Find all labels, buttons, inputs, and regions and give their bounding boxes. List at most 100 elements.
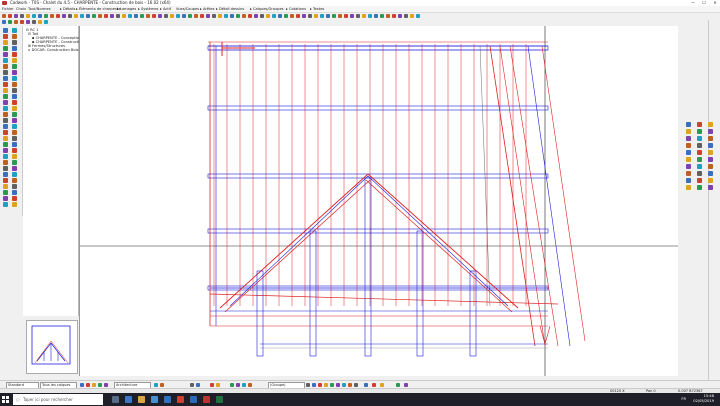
command-button[interactable]: [248, 383, 252, 387]
command-button[interactable]: [190, 383, 194, 387]
toolbar-button[interactable]: [128, 14, 132, 18]
windows-start-icon[interactable]: [2, 396, 9, 403]
tool-button[interactable]: [3, 94, 8, 99]
menu-detail-dessins[interactable]: ▸ Détail dessins: [216, 6, 244, 12]
toolbar-button[interactable]: [140, 14, 144, 18]
tool-button[interactable]: [3, 52, 8, 57]
tool-button[interactable]: [12, 172, 17, 177]
toolbar-button[interactable]: [356, 14, 360, 18]
tool-button[interactable]: [3, 112, 8, 117]
tool-button[interactable]: [3, 58, 8, 63]
tool-button[interactable]: [12, 52, 17, 57]
tool-button[interactable]: [686, 164, 691, 169]
toolbar-button[interactable]: [212, 14, 216, 18]
toolbar-button[interactable]: [38, 14, 42, 18]
tool-button[interactable]: [697, 122, 702, 127]
command-button[interactable]: [354, 383, 358, 387]
toolbar-button[interactable]: [362, 14, 366, 18]
tool-button[interactable]: [708, 164, 713, 169]
tool-button[interactable]: [12, 118, 17, 123]
tool-button[interactable]: [708, 150, 713, 155]
menu-elements[interactable]: ▸ Éléments de charpente: [76, 6, 121, 12]
toolbar-button[interactable]: [380, 14, 384, 18]
toolbar-button[interactable]: [314, 14, 318, 18]
toolbar-button[interactable]: [158, 14, 162, 18]
cadwork-icon[interactable]: [203, 396, 210, 403]
tool-button[interactable]: [12, 46, 17, 51]
tool-button[interactable]: [3, 70, 8, 75]
tool-button[interactable]: [12, 184, 17, 189]
toolbar-button[interactable]: [242, 14, 246, 18]
menu-cotations[interactable]: ▸ Cotations: [286, 6, 306, 12]
tool-button[interactable]: [12, 58, 17, 63]
toolbar-button[interactable]: [374, 14, 378, 18]
toolbar-button[interactable]: [146, 14, 150, 18]
tool-button[interactable]: [12, 82, 17, 87]
tool-button[interactable]: [3, 46, 8, 51]
tool-button[interactable]: [12, 88, 17, 93]
command-button[interactable]: [330, 383, 334, 387]
toolbar-button[interactable]: [26, 14, 30, 18]
tool-button[interactable]: [708, 122, 713, 127]
tool-button[interactable]: [686, 129, 691, 134]
tool-button[interactable]: [697, 136, 702, 141]
tool-button[interactable]: [686, 157, 691, 162]
tool-button[interactable]: [708, 136, 713, 141]
drawing-canvas[interactable]: [79, 26, 678, 376]
toolbar-button[interactable]: [404, 14, 408, 18]
toolbar-button[interactable]: [74, 14, 78, 18]
tool-button[interactable]: [697, 178, 702, 183]
menu-vues-coupes[interactable]: Vues/Coupes: [176, 6, 199, 12]
tool-button[interactable]: [12, 64, 17, 69]
toolbar-button[interactable]: [308, 14, 312, 18]
tool-button[interactable]: [3, 100, 8, 105]
toolbar-button[interactable]: [284, 14, 288, 18]
tool-button[interactable]: [697, 150, 702, 155]
tool-button[interactable]: [3, 154, 8, 159]
tool-button[interactable]: [12, 40, 17, 45]
toolbar-button[interactable]: [248, 14, 252, 18]
view-preview-thumbnail[interactable]: [26, 320, 78, 374]
command-button[interactable]: [230, 383, 234, 387]
toolbar-button[interactable]: [368, 14, 372, 18]
toolbar-button[interactable]: [230, 14, 234, 18]
tool-button[interactable]: [3, 88, 8, 93]
tool-button[interactable]: [3, 196, 8, 201]
command-button[interactable]: [86, 383, 90, 387]
command-button[interactable]: [216, 383, 220, 387]
tool-button[interactable]: [708, 171, 713, 176]
tool-button[interactable]: [686, 143, 691, 148]
command-button[interactable]: [318, 383, 322, 387]
toolbar-button[interactable]: [32, 20, 36, 24]
toolbar-button[interactable]: [8, 20, 12, 24]
toolbar-button[interactable]: [224, 14, 228, 18]
toolbar-button[interactable]: [266, 14, 270, 18]
tool-button[interactable]: [3, 178, 8, 183]
tool-button[interactable]: [3, 172, 8, 177]
tool-button[interactable]: [686, 150, 691, 155]
tool-button[interactable]: [3, 142, 8, 147]
task-view-icon[interactable]: [112, 396, 119, 403]
toolbar-button[interactable]: [206, 14, 210, 18]
toolbar-button[interactable]: [410, 14, 414, 18]
command-button[interactable]: [92, 383, 96, 387]
tool-button[interactable]: [3, 190, 8, 195]
command-button[interactable]: [396, 383, 400, 387]
command-button[interactable]: [342, 383, 346, 387]
tool-button[interactable]: [12, 124, 17, 129]
toolbar-button[interactable]: [20, 20, 24, 24]
toolbar-button[interactable]: [392, 14, 396, 18]
toolbar-button[interactable]: [182, 14, 186, 18]
tool-button[interactable]: [12, 196, 17, 201]
tool-button[interactable]: [697, 171, 702, 176]
menu-fichier[interactable]: Fichier: [2, 6, 14, 12]
toolbar-button[interactable]: [56, 14, 60, 18]
tool-button[interactable]: [697, 129, 702, 134]
toolbar-button[interactable]: [134, 14, 138, 18]
tool-button[interactable]: [708, 185, 713, 190]
tool-button[interactable]: [12, 160, 17, 165]
menu-aretes[interactable]: ▸ Arêtes: [200, 6, 215, 12]
command-button[interactable]: [348, 383, 352, 387]
tool-button[interactable]: [3, 166, 8, 171]
command-button[interactable]: [154, 383, 158, 387]
